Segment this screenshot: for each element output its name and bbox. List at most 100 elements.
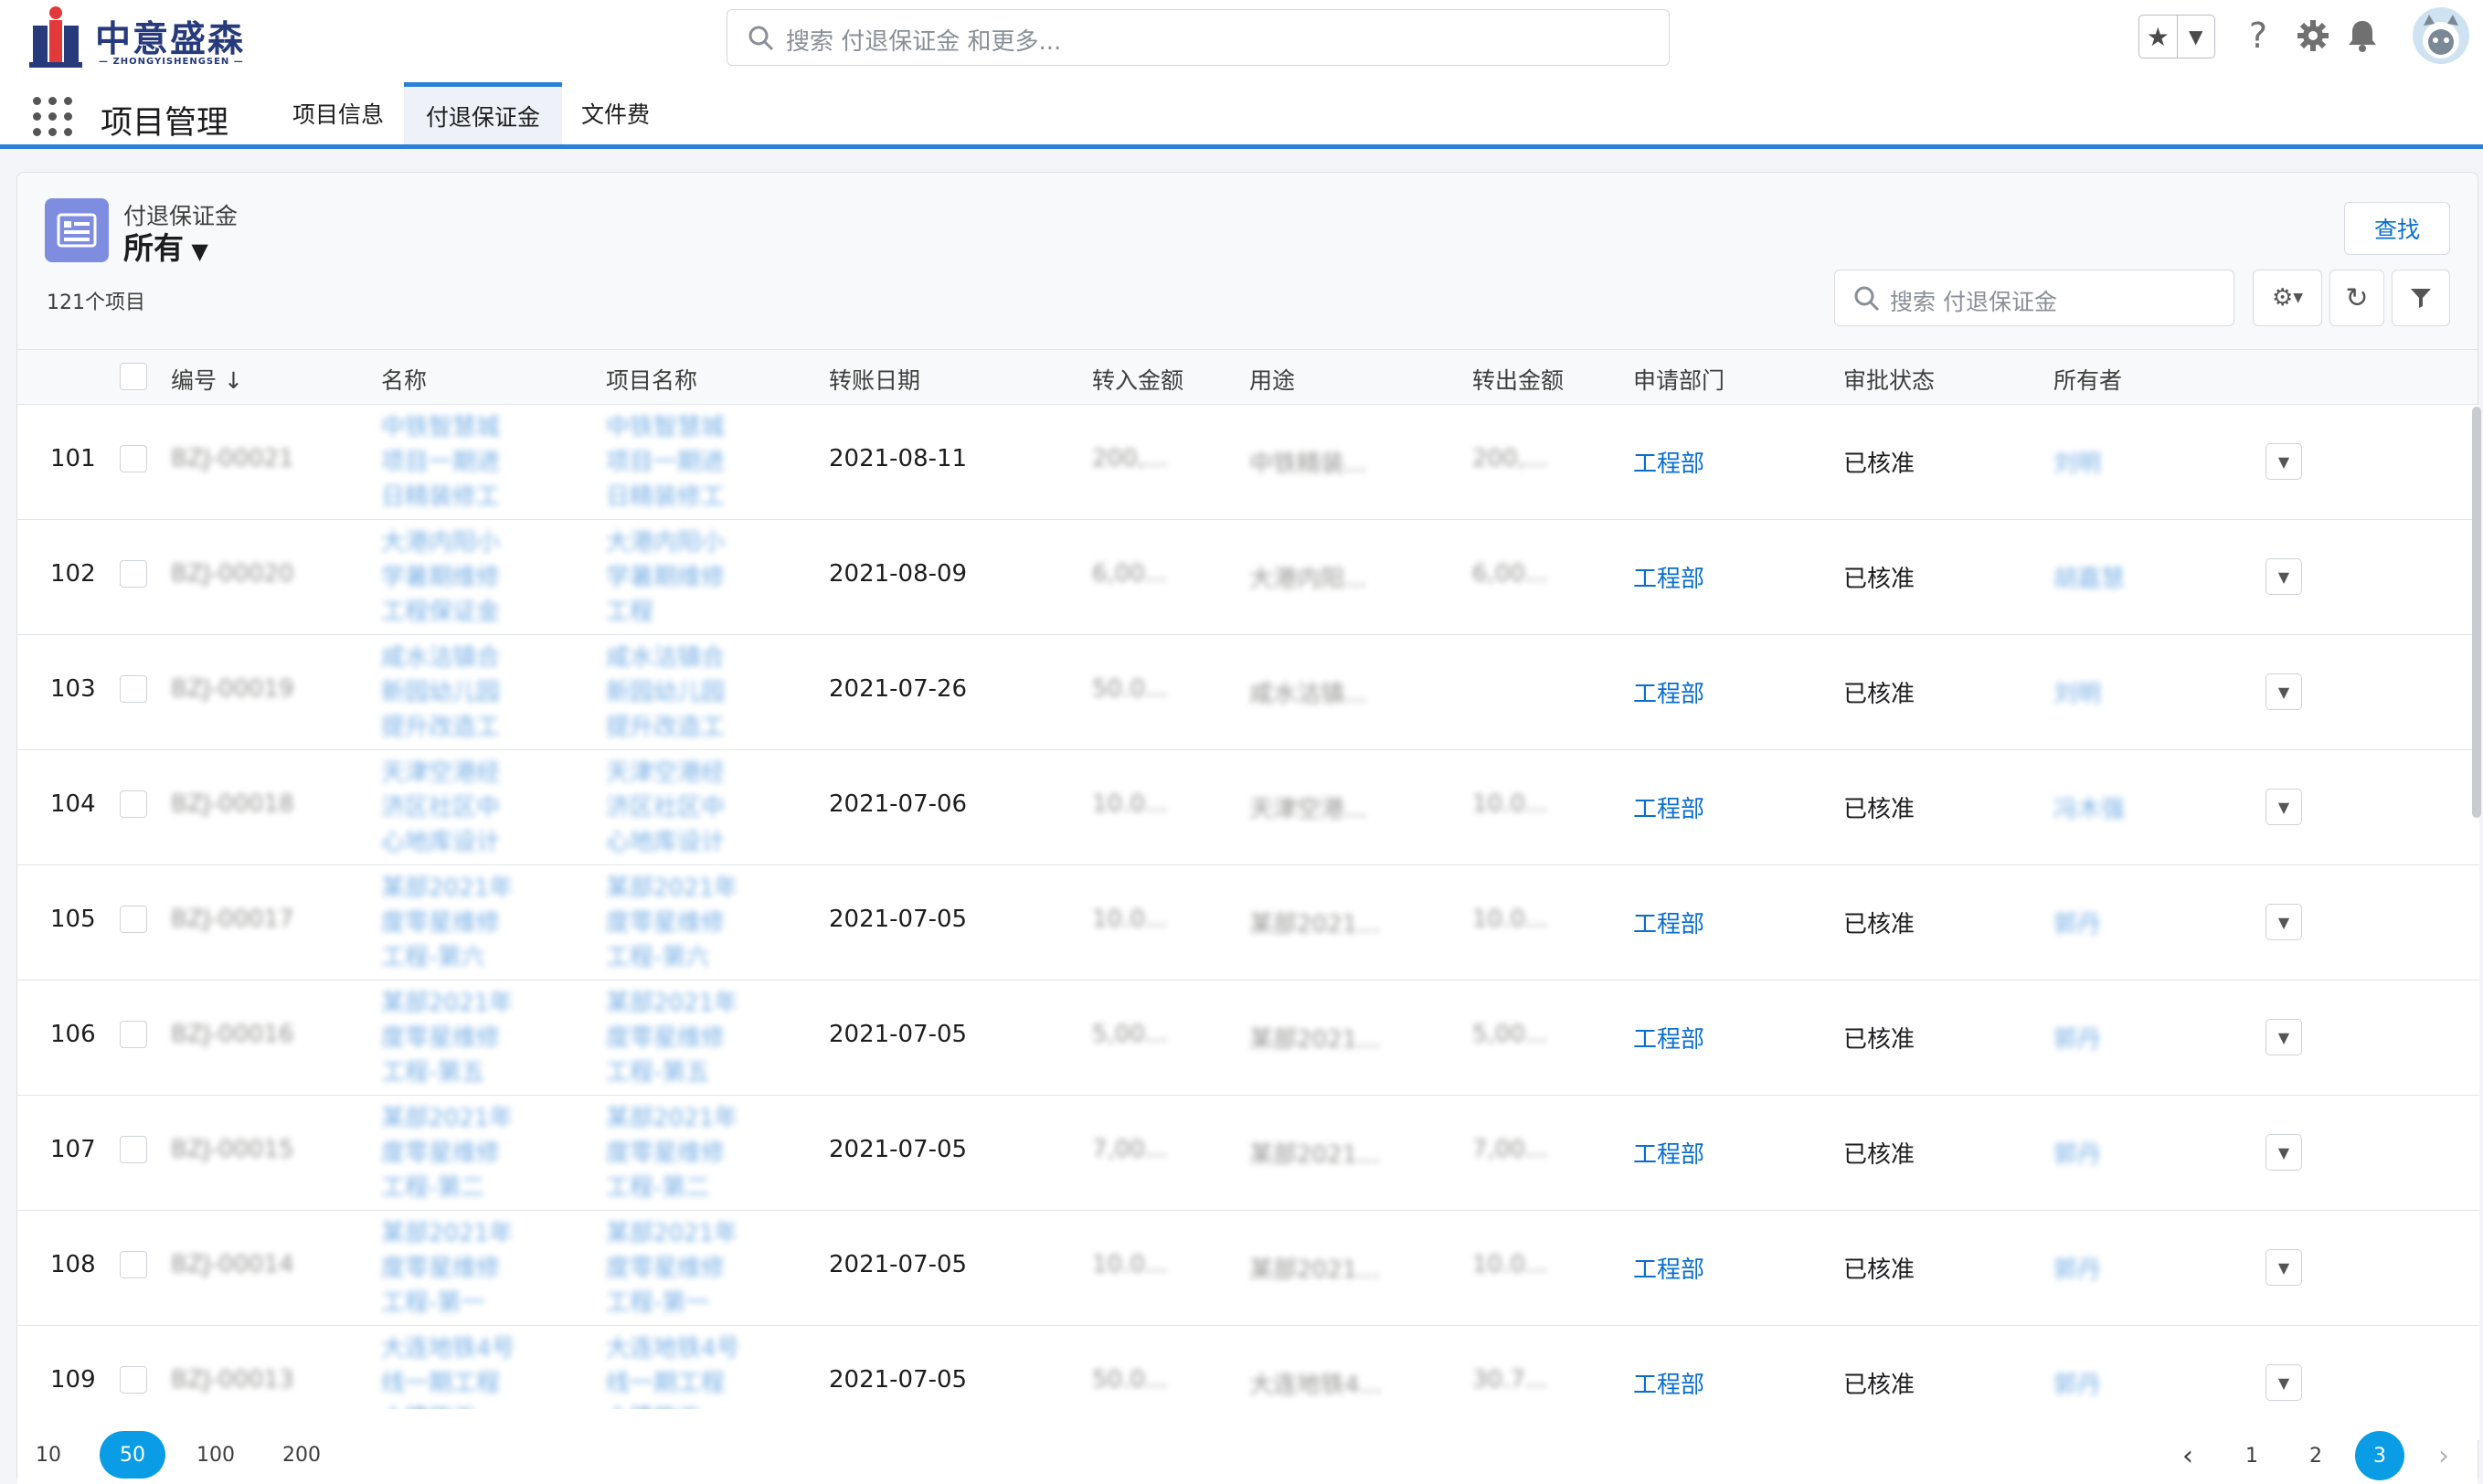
favorites-button[interactable]: ★ ▼ [2138, 15, 2215, 58]
row-owner-link[interactable]: 冯木强 [2053, 790, 2125, 824]
col-header-out-amount[interactable]: 转出金额 [1472, 363, 1564, 396]
row-name-link[interactable]: 某部2021年 度零星维修 工程-第五 [381, 986, 513, 1090]
row-name-link[interactable]: 咸水沽镇合 新园幼儿园 提升改造工 [381, 641, 500, 745]
row-code-link[interactable]: BZJ-00020 [171, 560, 293, 588]
tab-project-info[interactable]: 项目信息 [271, 82, 406, 144]
list-search-input[interactable]: 搜索 付退保证金 [1834, 270, 2234, 326]
row-code-link[interactable]: BZJ-00017 [171, 906, 293, 933]
table-row[interactable]: 108 BZJ-00014 某部2021年 度零星维修 工程-第一 某部2021年 度零星维… [17, 1211, 2479, 1326]
row-owner-link[interactable]: 郭丹 [2053, 1136, 2101, 1170]
prev-page-icon[interactable]: ‹ [2163, 1431, 2212, 1480]
table-row[interactable]: 104 BZJ-00018 天津空港经 济区社区中 心地库设计 天津空港经 济区社区中 心地库… [17, 750, 2479, 865]
page-size-200[interactable]: 200 [275, 1431, 328, 1479]
row-dept-link[interactable]: 工程部 [1633, 790, 1704, 824]
row-project-link[interactable]: 咸水沽镇合 新园幼儿园 提升改造工 [606, 641, 725, 745]
row-dept-link[interactable]: 工程部 [1633, 1021, 1704, 1055]
col-header-dept[interactable]: 申请部门 [1633, 363, 1724, 396]
table-row[interactable]: 107 BZJ-00015 某部2021年 度零星维修 工程-第二 某部2021年 度零星维… [17, 1096, 2479, 1211]
list-view-selector[interactable]: 所有 ▼ [123, 224, 208, 268]
page-size-100[interactable]: 100 [191, 1431, 240, 1479]
row-owner-link[interactable]: 胡嘉慧 [2053, 560, 2125, 594]
table-row[interactable]: 106 BZJ-00016 某部2021年 度零星维修 工程-第五 某部2021年 度零星维… [17, 980, 2479, 1096]
select-all-checkbox[interactable] [120, 363, 147, 390]
row-dept-link[interactable]: 工程部 [1633, 560, 1704, 594]
row-actions-menu[interactable]: ▼ [2265, 904, 2302, 940]
star-icon[interactable]: ★ [2139, 16, 2177, 58]
row-checkbox[interactable] [120, 675, 147, 703]
row-name-link[interactable]: 某部2021年 度零星维修 工程-第一 [381, 1216, 513, 1320]
row-checkbox[interactable] [120, 1136, 147, 1163]
row-checkbox[interactable] [120, 560, 147, 588]
row-dept-link[interactable]: 工程部 [1633, 906, 1704, 939]
table-row[interactable]: 101 BZJ-00021 中铁智慧城 项目一期进 日精装修工 中铁智慧城 项目一期进 日精装… [17, 405, 2479, 520]
row-project-link[interactable]: 某部2021年 度零星维修 工程-第五 [606, 986, 737, 1090]
row-checkbox[interactable] [120, 906, 147, 933]
refresh-button[interactable]: ↻ [2329, 270, 2384, 326]
row-actions-menu[interactable]: ▼ [2265, 1019, 2302, 1055]
row-code-link[interactable]: BZJ-00021 [171, 445, 293, 472]
table-row[interactable]: 103 BZJ-00019 咸水沽镇合 新园幼儿园 提升改造工 咸水沽镇合 新园幼儿园 提升改… [17, 635, 2479, 750]
row-code-link[interactable]: BZJ-00015 [171, 1136, 293, 1163]
row-dept-link[interactable]: 工程部 [1633, 445, 1704, 479]
col-header-owner[interactable]: 所有者 [2053, 363, 2122, 396]
row-dept-link[interactable]: 工程部 [1633, 1251, 1704, 1285]
table-row[interactable]: 102 BZJ-00020 大港内阳小 学暑期维修 工程保证金 大港内阳小 学暑期维修 工程 2… [17, 520, 2479, 635]
avatar[interactable] [2413, 7, 2469, 64]
row-project-link[interactable]: 大港内阳小 学暑期维修 工程 [606, 525, 725, 630]
col-header-use[interactable]: 用途 [1249, 363, 1295, 396]
row-checkbox[interactable] [120, 445, 147, 472]
row-actions-menu[interactable]: ▼ [2265, 1364, 2302, 1401]
row-actions-menu[interactable]: ▼ [2265, 1134, 2302, 1171]
row-dept-link[interactable]: 工程部 [1633, 1366, 1704, 1400]
col-header-project[interactable]: 项目名称 [606, 363, 697, 396]
help-icon[interactable]: ? [2237, 15, 2279, 57]
company-logo[interactable]: 中意盛森 — ZHONGYISHENGSEN — [29, 5, 258, 69]
table-row[interactable]: 105 BZJ-00017 某部2021年 度零星维修 工程-第六 某部2021年 度零星维… [17, 865, 2479, 980]
row-actions-menu[interactable]: ▼ [2265, 789, 2302, 825]
next-page-icon[interactable]: › [2419, 1431, 2468, 1480]
col-header-date[interactable]: 转账日期 [829, 363, 920, 396]
row-project-link[interactable]: 某部2021年 度零星维修 工程-第二 [606, 1101, 737, 1205]
row-name-link[interactable]: 大港内阳小 学暑期维修 工程保证金 [381, 525, 500, 630]
row-project-link[interactable]: 天津空港经 济区社区中 心地库设计 [606, 756, 725, 860]
row-code-link[interactable]: BZJ-00016 [171, 1021, 293, 1048]
tab-document-fee[interactable]: 文件费 [559, 82, 672, 144]
row-actions-menu[interactable]: ▼ [2265, 558, 2302, 595]
row-checkbox[interactable] [120, 1251, 147, 1278]
row-project-link[interactable]: 中铁智慧城 项目一期进 日精装修工 [606, 410, 725, 514]
col-header-in-amount[interactable]: 转入金额 [1092, 363, 1183, 396]
row-name-link[interactable]: 某部2021年 度零星维修 工程-第二 [381, 1101, 513, 1205]
row-owner-link[interactable]: 刘明 [2053, 675, 2101, 709]
col-header-status[interactable]: 审批状态 [1843, 363, 1935, 396]
row-owner-link[interactable]: 刘明 [2053, 445, 2101, 479]
row-name-link[interactable]: 中铁智慧城 项目一期进 日精装修工 [381, 410, 500, 514]
gear-icon[interactable] [2292, 15, 2334, 57]
bell-icon[interactable] [2341, 15, 2383, 57]
row-code-link[interactable]: BZJ-00014 [171, 1251, 293, 1278]
row-owner-link[interactable]: 郭丹 [2053, 1366, 2101, 1400]
row-checkbox[interactable] [120, 1021, 147, 1048]
filter-button[interactable] [2392, 270, 2450, 326]
list-settings-button[interactable]: ⚙ ▼ [2253, 270, 2322, 326]
row-actions-menu[interactable]: ▼ [2265, 673, 2302, 710]
chevron-down-icon[interactable]: ▼ [2176, 16, 2215, 58]
row-code-link[interactable]: BZJ-00013 [171, 1366, 293, 1394]
scrollbar[interactable] [2472, 407, 2481, 818]
row-checkbox[interactable] [120, 1366, 147, 1394]
find-button[interactable]: 查找 [2344, 202, 2450, 255]
row-code-link[interactable]: BZJ-00019 [171, 675, 293, 703]
page-2[interactable]: 2 [2291, 1431, 2340, 1480]
page-size-50[interactable]: 50 [100, 1431, 165, 1479]
row-owner-link[interactable]: 郭丹 [2053, 1251, 2101, 1285]
tab-deposit[interactable]: 付退保证金 [404, 82, 563, 144]
row-owner-link[interactable]: 郭丹 [2053, 906, 2101, 939]
col-header-code[interactable]: 编号 ↓ [171, 363, 243, 396]
row-project-link[interactable]: 某部2021年 度零星维修 工程-第一 [606, 1216, 737, 1320]
row-actions-menu[interactable]: ▼ [2265, 1249, 2302, 1286]
page-size-10[interactable]: 10 [30, 1431, 67, 1479]
row-dept-link[interactable]: 工程部 [1633, 1136, 1704, 1170]
app-launcher-icon[interactable] [33, 97, 73, 137]
global-search-input[interactable]: 搜索 付退保证金 和更多... [727, 9, 1670, 66]
row-code-link[interactable]: BZJ-00018 [171, 790, 293, 818]
row-owner-link[interactable]: 郭丹 [2053, 1021, 2101, 1055]
